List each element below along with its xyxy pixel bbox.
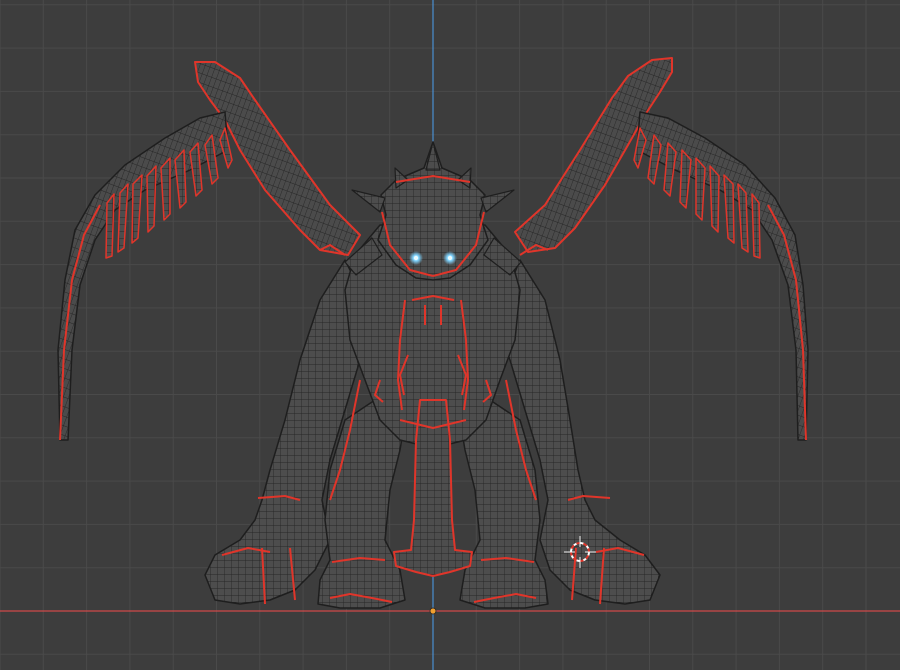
object-origin[interactable] [429, 607, 437, 615]
3d-viewport[interactable] [0, 0, 900, 670]
head[interactable] [344, 141, 522, 281]
